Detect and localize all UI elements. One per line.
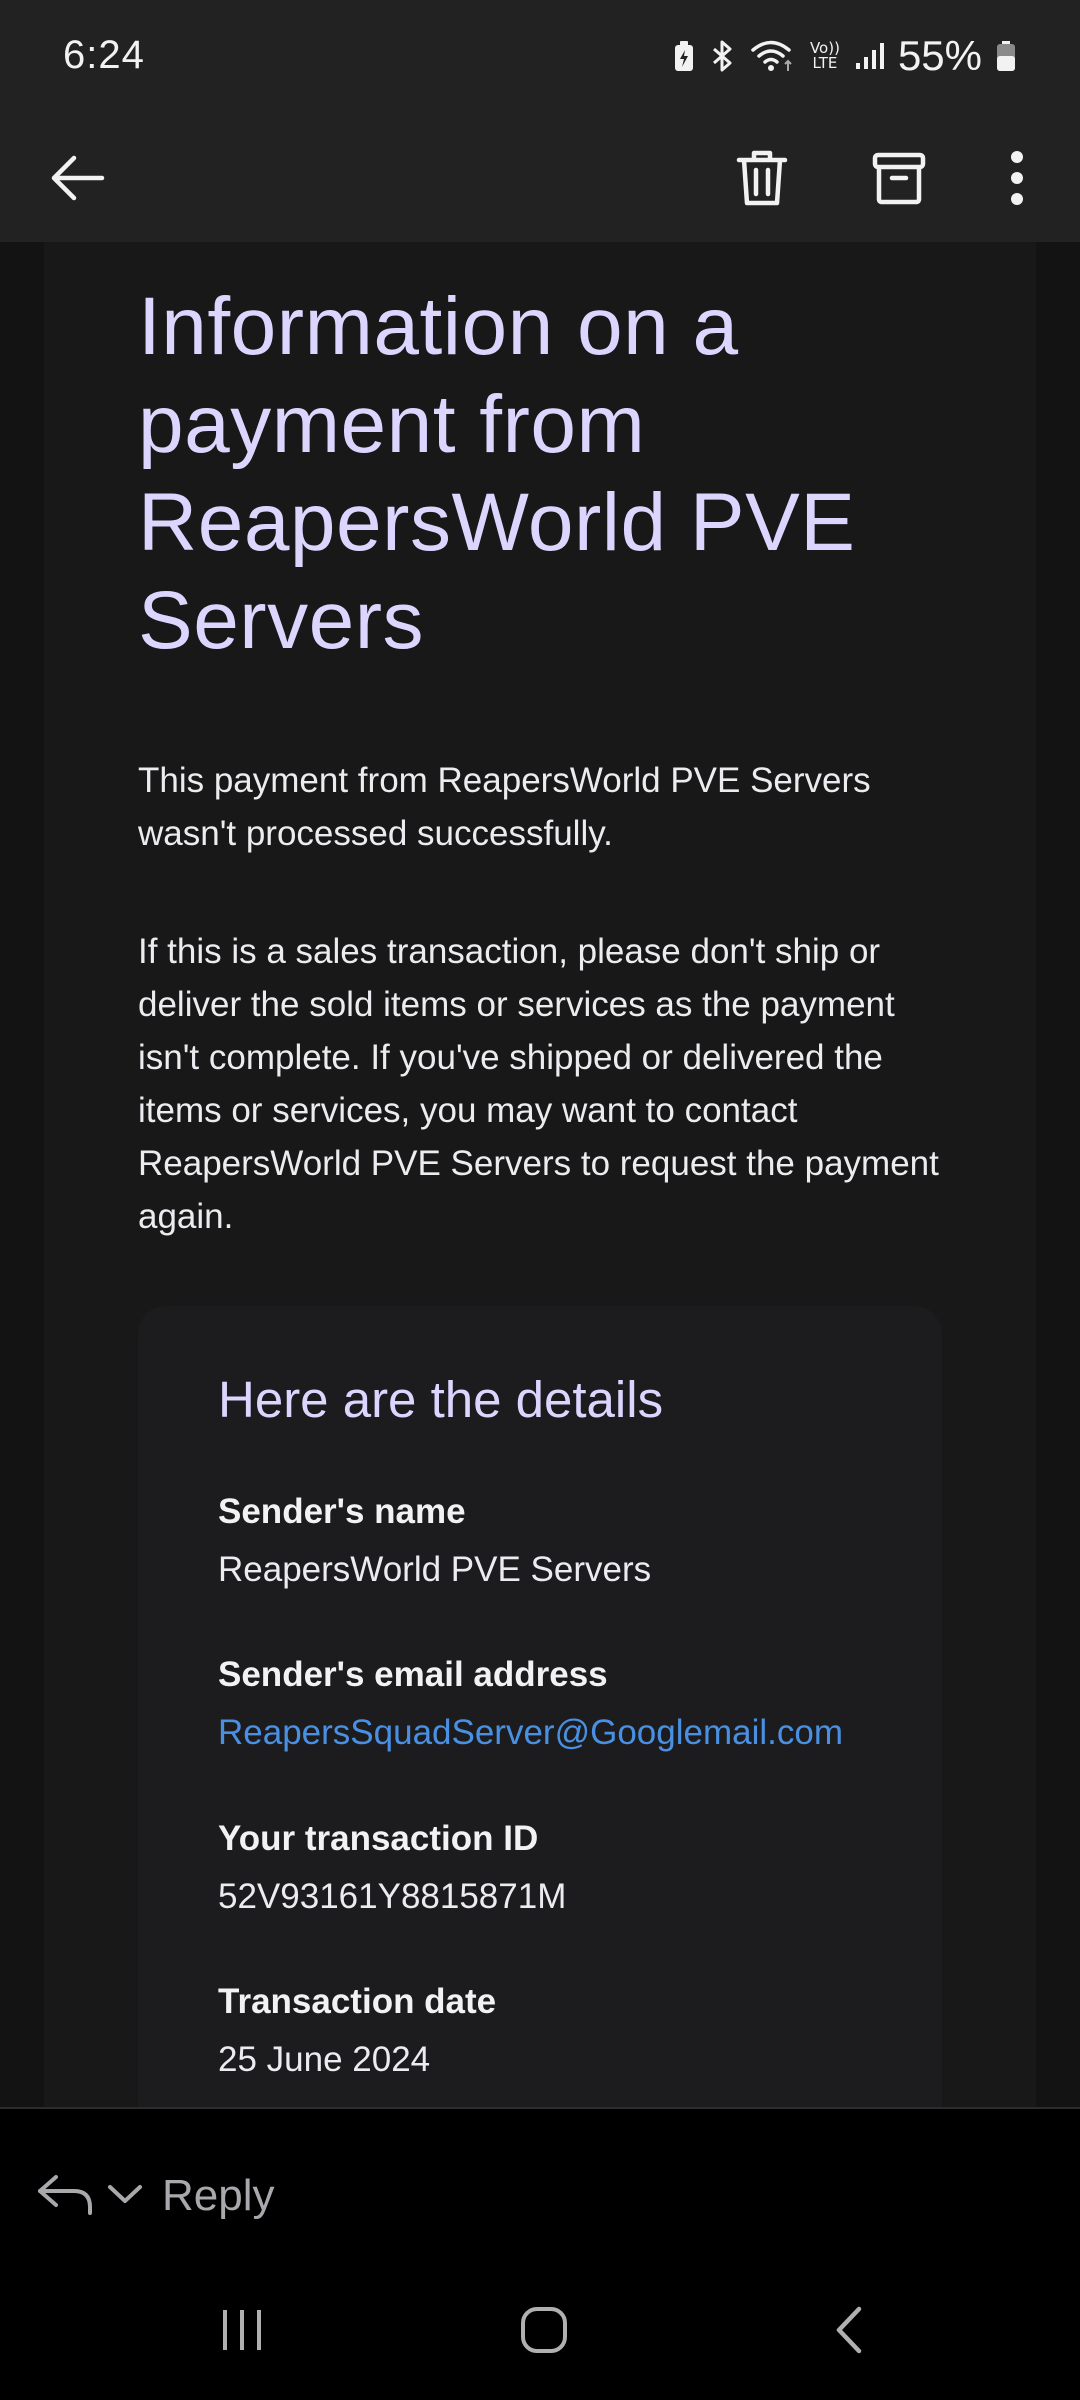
battery-saver-icon	[672, 39, 696, 73]
transaction-date-label: Transaction date	[218, 1982, 497, 2021]
sales-transaction-notice: If this is a sales transaction, please d…	[138, 932, 939, 1236]
back-arrow-icon	[48, 153, 108, 208]
home-icon	[520, 2306, 568, 2359]
transaction-id-value: 52V93161Y8815871M	[218, 1877, 567, 1916]
app-toolbar	[0, 118, 1080, 242]
chevron-down-icon[interactable]	[106, 2182, 144, 2211]
home-button[interactable]	[484, 2280, 604, 2384]
sender-email-link[interactable]: ReapersSquadServer@Googlemail.com	[218, 1713, 843, 1752]
reply-bar: Reply	[0, 2107, 1080, 2280]
sender-email-label: Sender's email address	[218, 1655, 608, 1694]
reply-arrow-icon	[36, 2171, 94, 2222]
nav-back-button[interactable]	[788, 2280, 908, 2384]
status-time: 6:24	[63, 33, 145, 77]
sender-name-value: ReapersWorld PVE Servers	[218, 1550, 652, 1589]
battery-icon	[996, 39, 1016, 73]
recents-icon	[219, 2308, 265, 2357]
email-heading: Information on a payment from ReapersWor…	[138, 281, 856, 666]
transaction-id-label: Your transaction ID	[218, 1819, 539, 1858]
transaction-date-value: 25 June 2024	[218, 2040, 431, 2079]
bluetooth-icon	[710, 39, 736, 73]
reply-button[interactable]: Reply	[36, 2151, 275, 2241]
more-options-button[interactable]	[967, 118, 1067, 242]
payment-failed-message: This payment from ReapersWorld PVE Serve…	[138, 761, 871, 853]
archive-icon	[872, 151, 926, 210]
more-vertical-icon	[1009, 150, 1025, 211]
trash-icon	[735, 148, 789, 213]
status-bar: 6:24 Vo)) LTE 55%	[0, 0, 1080, 118]
back-button[interactable]	[28, 118, 128, 242]
sender-name-label: Sender's name	[218, 1492, 466, 1531]
volte-icon: Vo)) LTE	[809, 39, 840, 72]
details-title: Here are the details	[218, 1371, 664, 1428]
system-nav-bar	[0, 2280, 1080, 2400]
battery-percent: 55%	[897, 32, 982, 79]
archive-button[interactable]	[849, 118, 949, 242]
wifi-icon	[750, 39, 796, 73]
back-icon	[831, 2305, 865, 2360]
delete-button[interactable]	[712, 118, 812, 242]
reply-label: Reply	[162, 2171, 275, 2220]
status-icons: Vo)) LTE 55%	[672, 30, 1016, 82]
recents-button[interactable]	[182, 2280, 302, 2384]
signal-icon	[854, 41, 884, 71]
